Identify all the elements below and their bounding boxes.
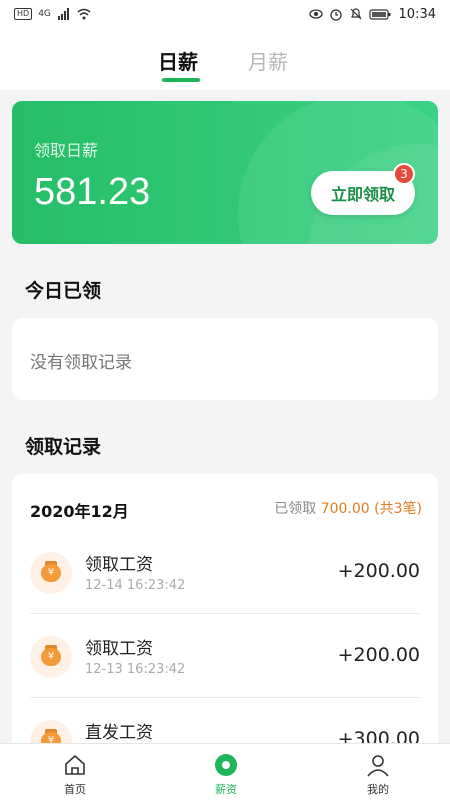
record-title: 领取工资	[85, 639, 153, 659]
record-row[interactable]: ¥ 领取工资 12-14 16:23:42 +200.00	[30, 530, 420, 614]
status-right: 10:34	[308, 6, 436, 22]
bottom-navigation: 首页 薪资 我的	[0, 743, 450, 800]
records-month: 2020年12月	[30, 502, 129, 521]
daily-salary-label: 领取日薪	[34, 141, 99, 160]
today-claimed-card: 没有领取记录	[12, 318, 438, 400]
summary-amount: 700.00	[320, 501, 370, 517]
status-left: HD 4G	[14, 7, 91, 21]
signal-icon	[57, 8, 69, 20]
nav-salary-label: 薪资	[215, 783, 237, 796]
salary-icon	[215, 754, 237, 776]
nav-salary[interactable]: 薪资	[176, 752, 276, 797]
record-amount: +200.00	[337, 560, 420, 582]
mute-bell-icon	[350, 8, 361, 20]
empty-state-text: 没有领取记录	[30, 353, 132, 373]
record-time: 12-14 16:23:42	[85, 578, 186, 593]
signal-label: 4G	[38, 9, 51, 19]
summary-prefix: 已领取	[274, 501, 317, 517]
notification-badge: 3	[393, 163, 415, 185]
battery-icon	[368, 9, 391, 20]
daily-salary-amount: 581.23	[34, 171, 151, 213]
claim-records-title: 领取记录	[25, 436, 102, 458]
summary-count: (共3笔)	[374, 501, 422, 517]
claim-records-card: 2020年12月 已领取 700.00 (共3笔) ¥ 领取工资 12-14 1…	[12, 474, 438, 774]
wifi-icon	[77, 8, 91, 20]
record-title: 直发工资	[85, 723, 153, 743]
nav-mine[interactable]: 我的	[328, 752, 428, 797]
clock-time: 10:34	[398, 6, 436, 22]
record-amount: +200.00	[337, 644, 420, 666]
record-row[interactable]: ¥ 领取工资 12-13 16:23:42 +200.00	[30, 614, 420, 698]
nav-home-label: 首页	[64, 783, 86, 796]
home-icon	[65, 755, 85, 775]
user-icon	[367, 755, 389, 777]
tab-monthly-salary[interactable]: 月薪	[248, 46, 288, 75]
record-time: 12-13 16:23:42	[85, 662, 186, 677]
status-bar: HD 4G 10:34	[0, 0, 450, 28]
hd-indicator: HD	[14, 8, 33, 20]
alarm-icon	[329, 9, 342, 21]
nav-home[interactable]: 首页	[25, 752, 125, 797]
tab-daily-salary[interactable]: 日薪	[158, 46, 198, 75]
daily-salary-card: 领取日薪 581.23 立即领取	[12, 101, 438, 244]
nav-mine-label: 我的	[367, 783, 389, 796]
money-bag-icon: ¥	[30, 552, 72, 594]
active-tab-indicator	[162, 78, 200, 82]
money-bag-icon: ¥	[30, 636, 72, 678]
today-claimed-title: 今日已领	[25, 280, 102, 302]
top-tab-bar: 日薪 月薪	[0, 28, 450, 90]
records-summary: 已领取 700.00 (共3笔)	[274, 498, 422, 518]
eye-icon	[308, 9, 323, 19]
record-title: 领取工资	[85, 555, 153, 575]
